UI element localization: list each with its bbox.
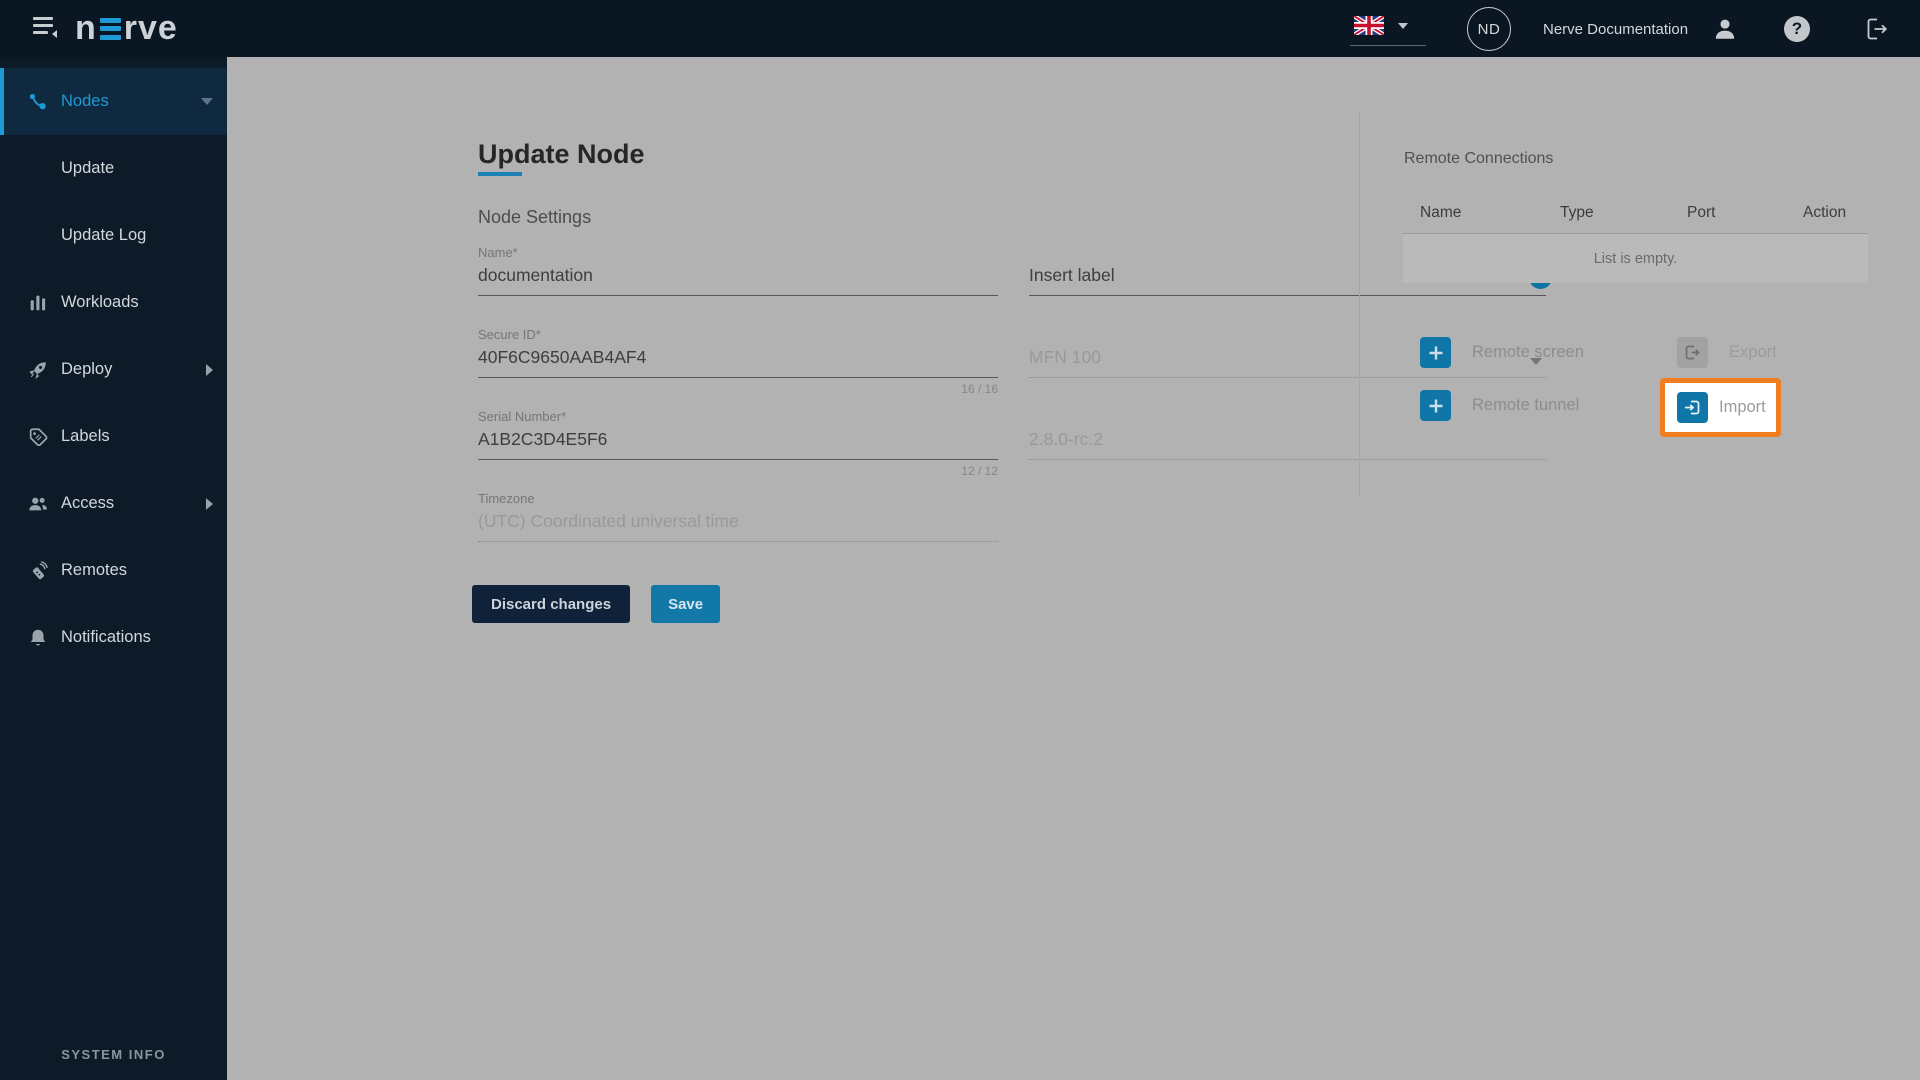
export-button[interactable]: Export — [1677, 337, 1777, 368]
sidebar-item-label: Update — [61, 159, 115, 177]
secure-id-field: Secure ID* 40F6C9650AAB4AF4 16 / 16 — [478, 327, 998, 409]
remote-tunnel-label: Remote tunnel — [1472, 396, 1580, 414]
name-label: Name* — [478, 245, 518, 260]
menu-bar — [33, 17, 53, 20]
sidebar-item-update-log[interactable]: Update Log — [0, 202, 227, 269]
panel-divider — [1359, 112, 1360, 495]
sidebar-item-label: Workloads — [61, 293, 139, 311]
plus-icon — [1420, 390, 1451, 421]
model-value: MFN 100 — [1029, 347, 1101, 367]
menu-toggle-icon[interactable] — [33, 17, 57, 39]
sidebar-item-workloads[interactable]: Workloads — [0, 269, 227, 336]
serial-number-field: Serial Number* A1B2C3D4E5F6 12 / 12 — [478, 409, 998, 491]
column-header-action: Action — [1803, 204, 1847, 221]
import-icon — [1677, 392, 1708, 423]
remote-connections-table: Name Type Port Action List is empty. — [1403, 204, 1868, 283]
import-label: Import — [1719, 398, 1766, 416]
timezone-value: (UTC) Coordinated universal time — [478, 511, 998, 542]
remote-screen-label: Remote screen — [1472, 343, 1584, 361]
deploy-icon — [29, 361, 46, 379]
serial-number-input[interactable]: A1B2C3D4E5F6 — [478, 429, 998, 460]
logo-text-pre: n — [75, 9, 97, 47]
secure-id-counter: 16 / 16 — [961, 382, 998, 396]
language-select[interactable] — [1350, 12, 1426, 46]
add-remote-screen-button[interactable]: Remote screen — [1420, 337, 1584, 368]
section-title: Node Settings — [478, 207, 592, 227]
column-header-name: Name — [1420, 204, 1462, 221]
sidebar-item-deploy[interactable]: Deploy — [0, 336, 227, 403]
menu-bar — [33, 24, 53, 27]
chevron-down-icon — [1398, 22, 1408, 29]
column-header-type: Type — [1560, 204, 1594, 221]
logout-icon[interactable] — [1864, 16, 1890, 42]
chevron-down-icon — [201, 98, 213, 105]
top-bar: n rve ND Nerve Documentation ? — [0, 0, 1920, 57]
sidebar-item-label: Labels — [61, 427, 110, 445]
insert-label-placeholder: Insert label — [1029, 265, 1115, 285]
sidebar-item-notifications[interactable]: Notifications — [0, 604, 227, 671]
sidebar-item-label: Notifications — [61, 628, 151, 646]
plus-icon — [1420, 337, 1451, 368]
page-title: Update Node — [478, 139, 645, 169]
export-label: Export — [1729, 343, 1777, 361]
serial-number-counter: 12 / 12 — [961, 464, 998, 478]
import-button-highlighted[interactable]: Import — [1660, 378, 1781, 437]
column-header-port: Port — [1687, 204, 1716, 221]
user-avatar[interactable]: ND — [1467, 7, 1511, 51]
secure-id-input[interactable]: 40F6C9650AAB4AF4 — [478, 347, 998, 378]
avatar-initials: ND — [1477, 20, 1501, 38]
nodes-icon — [29, 93, 46, 109]
empty-list-message: List is empty. — [1403, 234, 1868, 283]
timezone-field: Timezone (UTC) Coordinated universal tim… — [478, 491, 998, 573]
export-icon — [1677, 337, 1708, 368]
sidebar-item-update[interactable]: Update — [0, 135, 227, 202]
timezone-label: Timezone — [478, 491, 535, 506]
sidebar-item-labels[interactable]: Labels — [0, 403, 227, 470]
save-button[interactable]: Save — [651, 585, 721, 623]
access-icon — [29, 497, 47, 510]
name-input[interactable]: documentation — [478, 265, 998, 296]
system-info-button[interactable]: SYSTEM INFO — [0, 1047, 227, 1062]
logo-e-bars-icon — [99, 17, 121, 40]
sidebar-item-label: Deploy — [61, 360, 113, 378]
sidebar-item-label: Update Log — [61, 226, 147, 244]
sidebar-item-label: Nodes — [61, 92, 109, 110]
sidebar-item-access[interactable]: Access — [0, 470, 227, 537]
user-profile-icon[interactable] — [1712, 16, 1738, 42]
sidebar-item-label: Access — [61, 494, 115, 512]
secure-id-label: Secure ID* — [478, 327, 541, 342]
remote-connections-title: Remote Connections — [1404, 150, 1554, 167]
chevron-right-icon — [206, 363, 213, 376]
name-field: Name* documentation — [478, 245, 998, 327]
sidebar-nav: Nodes Update Update Log Workloads Deploy — [0, 57, 227, 671]
notifications-icon — [30, 629, 46, 645]
account-name[interactable]: Nerve Documentation — [1543, 21, 1688, 38]
chevron-right-icon — [206, 497, 213, 510]
title-underline — [478, 172, 522, 176]
version-value: 2.8.0-rc.2 — [1029, 429, 1546, 460]
remotes-icon — [32, 560, 48, 579]
logo-text-post: rve — [123, 9, 178, 47]
sidebar-item-label: Remotes — [61, 561, 128, 579]
sidebar-item-remotes[interactable]: Remotes — [0, 537, 227, 604]
form-actions: Discard changes Save — [472, 585, 721, 623]
node-settings-form: Name* documentation Insert label i Secur… — [478, 245, 1552, 573]
labels-icon — [29, 427, 48, 446]
workloads-icon — [30, 295, 46, 310]
help-icon[interactable]: ? — [1784, 16, 1810, 42]
sidebar-item-nodes[interactable]: Nodes — [0, 68, 227, 135]
help-glyph: ? — [1791, 19, 1803, 38]
version-field: 2.8.0-rc.2 — [1029, 409, 1546, 491]
serial-number-label: Serial Number* — [478, 409, 567, 424]
nerve-logo: n rve — [75, 9, 178, 48]
sidebar: Nodes Update Update Log Workloads Deploy — [0, 57, 227, 1080]
language-flag-uk-icon — [1354, 16, 1384, 35]
add-remote-tunnel-button[interactable]: Remote tunnel — [1420, 390, 1579, 421]
discard-changes-button[interactable]: Discard changes — [472, 585, 631, 623]
menu-bar — [33, 31, 48, 34]
table-header-row: Name Type Port Action — [1403, 204, 1868, 234]
menu-collapse-arrow — [52, 30, 57, 38]
